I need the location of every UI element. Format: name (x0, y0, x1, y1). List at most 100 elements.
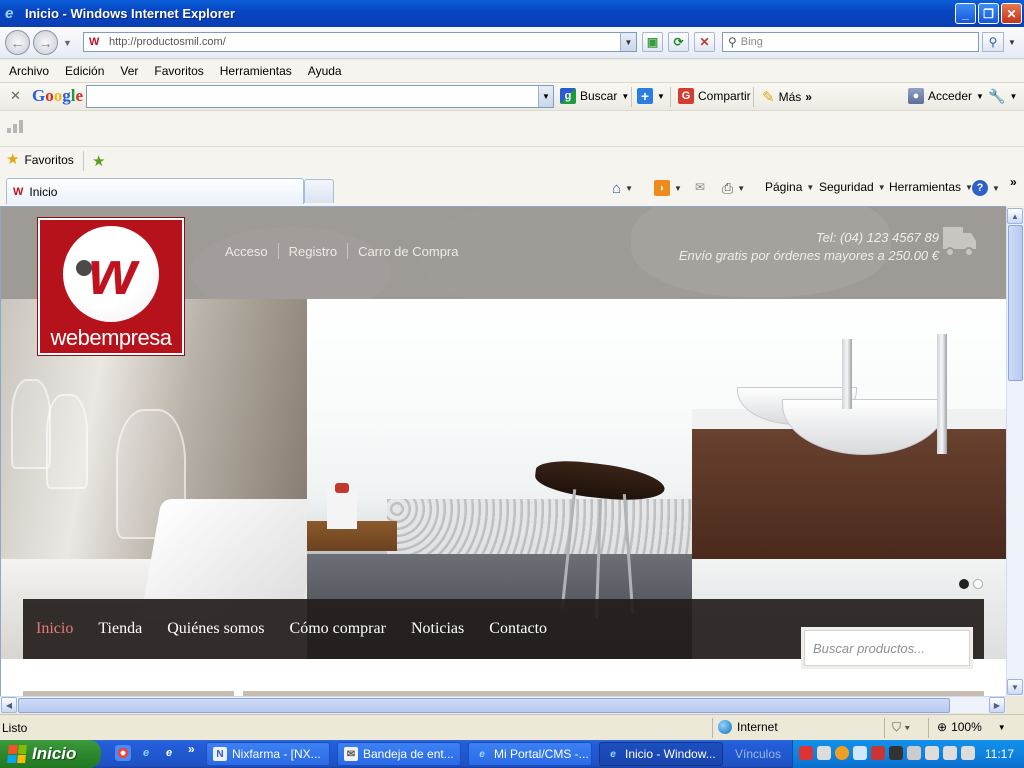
tray-network-icon[interactable] (817, 746, 831, 760)
page-menu[interactable]: Página ▼ (765, 180, 814, 194)
horizontal-scroll-thumb[interactable] (18, 698, 950, 713)
ie-icon[interactable]: e (138, 745, 154, 761)
search-button[interactable]: ⚲ (982, 32, 1004, 52)
minimize-button[interactable]: _ (955, 3, 976, 24)
scroll-right-button[interactable]: ▶ (989, 697, 1005, 713)
tray-app-icon[interactable] (889, 746, 903, 760)
product-search-placeholder: Buscar productos... (813, 640, 925, 656)
tab-inicio[interactable]: W Inicio (6, 178, 304, 204)
ie-icon[interactable]: e (161, 745, 177, 761)
address-bar[interactable]: W http://productosmil.com/ ▼ (83, 32, 637, 52)
taskbar-button-bandeja[interactable]: ✉ Bandeja de ent... (337, 742, 461, 766)
google-search-input[interactable]: ▼ (86, 85, 554, 108)
tray-app-icon[interactable] (799, 746, 813, 760)
chrome-icon[interactable] (115, 745, 131, 761)
chevron-down-icon: ▼ (657, 91, 665, 101)
link-acceso[interactable]: Acceso (225, 244, 268, 259)
vertical-scroll-thumb[interactable] (1008, 225, 1023, 381)
close-button[interactable]: ✕ (1001, 3, 1022, 24)
tray-network-icon[interactable] (907, 746, 921, 760)
add-to-favorites-icon[interactable]: ★ (92, 152, 105, 170)
nav-quienes-somos[interactable]: Quiénes somos (167, 620, 264, 638)
menu-favoritos[interactable]: Favoritos (154, 64, 203, 78)
refresh-button[interactable]: ⟳ (668, 32, 689, 52)
nav-tienda[interactable]: Tienda (98, 620, 142, 638)
nav-contacto[interactable]: Contacto (489, 620, 547, 638)
nav-inicio[interactable]: Inicio (36, 620, 73, 638)
windows-logo-icon (7, 745, 27, 763)
feeds-button[interactable]: ◗ ▼ (654, 180, 682, 196)
slider-dot-1[interactable] (959, 579, 969, 589)
more-button[interactable]: ✎ Más » (762, 88, 812, 106)
history-dropdown[interactable]: ▼ (63, 38, 72, 48)
start-button[interactable]: Inicio (0, 740, 101, 768)
tray-shield-icon[interactable] (871, 746, 885, 760)
menu-ayuda[interactable]: Ayuda (308, 64, 342, 78)
tray-app-icon[interactable] (961, 746, 975, 760)
start-label: Inicio (32, 744, 77, 763)
nav-como-comprar[interactable]: Cómo comprar (290, 620, 386, 638)
menu-herramientas[interactable]: Herramientas (220, 64, 292, 78)
back-button[interactable]: ← (5, 30, 30, 55)
search-input[interactable]: ⚲ Bing (722, 32, 979, 52)
tray-volume-icon[interactable] (925, 746, 939, 760)
taskbar-button-label: Inicio - Window... (625, 747, 716, 761)
link-registro[interactable]: Registro (289, 244, 337, 259)
google-search-dropdown[interactable]: ▼ (538, 86, 553, 107)
settings-button[interactable]: 🔧 ▼ (988, 88, 1017, 105)
tray-search-icon[interactable] (853, 746, 867, 760)
menu-edicion[interactable]: Edición (65, 64, 104, 78)
chevron-down-icon: ▼ (625, 184, 633, 193)
compatibility-view-button[interactable]: ▣ (642, 32, 663, 52)
address-dropdown[interactable]: ▼ (620, 33, 636, 51)
menu-archivo[interactable]: Archivo (9, 64, 49, 78)
toolbar-divider (670, 87, 671, 107)
menu-ver[interactable]: Ver (120, 64, 138, 78)
new-tab-button[interactable] (304, 179, 334, 203)
scroll-down-button[interactable]: ▼ (1007, 679, 1023, 695)
more-label: Más (778, 90, 802, 104)
google-search-icon: g (560, 88, 576, 104)
taskbar-button-nixfarma[interactable]: N Nixfarma - [NX... (206, 742, 330, 766)
share-button[interactable]: G Compartir (678, 88, 751, 104)
zoom-control[interactable]: ⊕ 100% ▼ (937, 720, 1006, 734)
quicklaunch-overflow-icon[interactable]: » (188, 742, 195, 756)
search-options-dropdown[interactable]: ▼ (1005, 32, 1019, 52)
scroll-left-button[interactable]: ◀ (1, 697, 17, 713)
link-carro-de-compra[interactable]: Carro de Compra (358, 244, 458, 259)
forward-button[interactable]: → (33, 30, 58, 55)
taskbar-button-label: Nixfarma - [NX... (232, 747, 321, 761)
slider-dot-2[interactable] (973, 579, 983, 589)
product-search-input[interactable]: Buscar productos... (804, 630, 970, 666)
protected-mode-icon[interactable]: ⛉ ▾ (892, 720, 910, 735)
security-menu[interactable]: Seguridad ▼ (819, 180, 886, 194)
vertical-scrollbar[interactable]: ▲ ▼ (1006, 207, 1024, 696)
help-button[interactable]: ? ▼ (972, 180, 1000, 196)
scroll-up-button[interactable]: ▲ (1007, 208, 1023, 224)
zone-label: Internet (737, 720, 778, 734)
tray-app-icon[interactable] (943, 746, 957, 760)
taskbar-button-miportal[interactable]: e Mi Portal/CMS -... (468, 742, 592, 766)
nav-noticias[interactable]: Noticias (411, 620, 464, 638)
overflow-chevron-icon[interactable]: » (1010, 175, 1017, 189)
links-toolbar[interactable]: Vínculos (735, 747, 781, 761)
horizontal-scrollbar[interactable]: ◀ ▶ (0, 696, 1006, 713)
clock[interactable]: 11:17 (985, 747, 1014, 761)
share-label: Compartir (698, 89, 751, 103)
google-search-button[interactable]: g Buscar ▼ (560, 88, 629, 104)
security-zone[interactable]: Internet (718, 720, 778, 734)
tools-menu[interactable]: Herramientas ▼ (889, 180, 973, 194)
tray-app-icon[interactable] (835, 746, 849, 760)
close-toolbar-icon[interactable]: ✕ (10, 88, 21, 104)
stop-button[interactable]: ✕ (694, 32, 715, 52)
taskbar-button-inicio[interactable]: e Inicio - Window... (599, 742, 723, 766)
read-mail-button[interactable]: ✉ (695, 180, 705, 194)
home-button[interactable]: ⌂ ▼ (612, 180, 633, 197)
site-logo[interactable]: w webempresa (38, 218, 184, 355)
toolbar-divider (753, 87, 754, 107)
restore-button[interactable]: ❐ (978, 3, 999, 24)
add-button[interactable]: + ▼ (637, 88, 665, 104)
print-button[interactable]: ⎙ ▼ (722, 180, 745, 197)
favorites-button[interactable]: ★ Favoritos (6, 152, 74, 167)
signin-button[interactable]: ● Acceder ▼ (908, 88, 984, 104)
